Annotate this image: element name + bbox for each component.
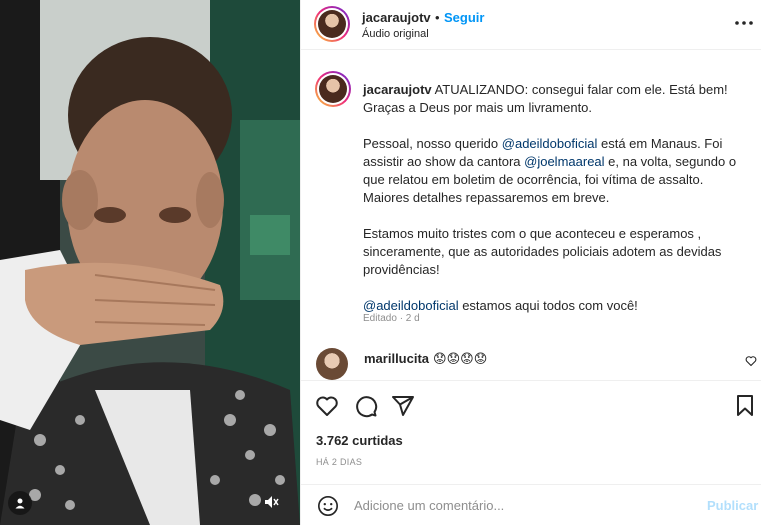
comment-input[interactable]: [354, 494, 684, 516]
action-bar: 3.762 curtidas HÁ 2 DIAS: [301, 380, 761, 470]
comment-like-icon[interactable]: [745, 355, 757, 367]
post-header: jacaraujotv • Seguir Áudio original: [301, 0, 761, 50]
author-avatar[interactable]: [314, 6, 350, 42]
comment-body: 😟😟😟😟: [433, 351, 488, 366]
comment-text: marillucita 😟😟😟😟: [364, 351, 487, 367]
caption-section: jacaraujotv ATUALIZANDO: consegui falar …: [301, 51, 761, 381]
post-video[interactable]: [0, 0, 300, 525]
edited-timestamp: Editado · 2 d: [363, 313, 420, 324]
audio-label[interactable]: Áudio original: [362, 28, 429, 40]
publish-button[interactable]: Publicar: [707, 498, 758, 513]
mute-icon[interactable]: [260, 491, 282, 513]
post-timestamp[interactable]: HÁ 2 DIAS: [316, 457, 362, 467]
caption-p2-before: Pessoal, nosso querido: [363, 136, 502, 151]
mention-link[interactable]: @adeildoboficial: [363, 298, 459, 313]
comment-item: marillucita 😟😟😟😟: [301, 342, 761, 380]
like-icon[interactable]: [315, 394, 339, 418]
user-tag-icon[interactable]: [8, 491, 32, 515]
bookmark-icon[interactable]: [733, 394, 757, 418]
caption-author-avatar[interactable]: [315, 71, 351, 107]
caption-p4-after: estamos aqui todos com você!: [458, 298, 638, 313]
mention-link[interactable]: @joelmaareal: [524, 154, 604, 169]
caption-text: jacaraujotv ATUALIZANDO: consegui falar …: [363, 81, 748, 333]
more-horizontal-icon[interactable]: [733, 12, 755, 34]
mention-link[interactable]: @adeildoboficial: [502, 136, 598, 151]
separator-dot: •: [435, 10, 440, 25]
comment-icon[interactable]: [354, 394, 378, 418]
caption-paragraph-3: Estamos muito tristes com o que acontece…: [363, 226, 722, 277]
post-panel: jacaraujotv • Seguir Áudio original jaca…: [300, 0, 761, 525]
share-icon[interactable]: [391, 394, 415, 418]
add-comment-bar: Publicar: [301, 484, 761, 525]
commenter-avatar[interactable]: [316, 348, 348, 380]
author-username[interactable]: jacaraujotv: [362, 10, 431, 25]
emoji-icon[interactable]: [317, 495, 339, 517]
commenter-username[interactable]: marillucita: [364, 351, 429, 366]
caption-username[interactable]: jacaraujotv: [363, 82, 432, 97]
likes-count[interactable]: 3.762 curtidas: [316, 433, 403, 448]
video-frame: [0, 0, 300, 525]
follow-button[interactable]: Seguir: [444, 10, 484, 25]
